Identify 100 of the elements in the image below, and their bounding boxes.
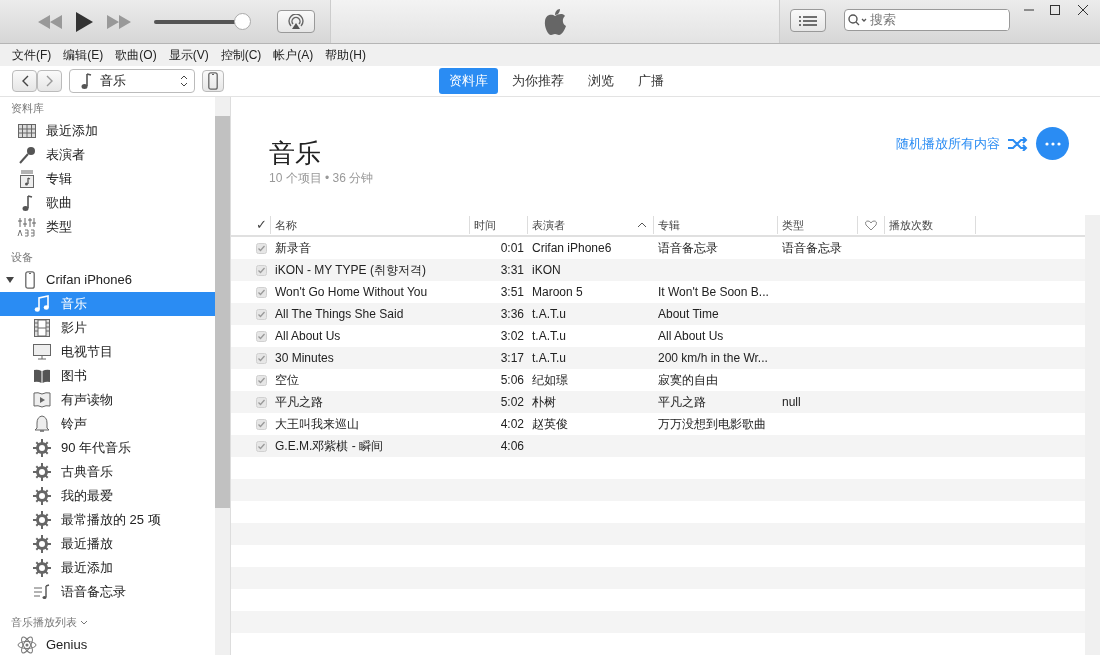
table-cell: All About Us bbox=[275, 329, 341, 343]
table-cell: 0:01 bbox=[500, 241, 524, 255]
checkbox[interactable] bbox=[256, 418, 267, 430]
column-header[interactable]: 播放次数 bbox=[889, 216, 975, 234]
checkbox[interactable] bbox=[256, 352, 267, 364]
source-select[interactable]: 音乐 bbox=[69, 69, 195, 93]
device-button[interactable] bbox=[202, 70, 224, 92]
checkbox[interactable] bbox=[256, 396, 267, 408]
gear-icon bbox=[32, 439, 52, 457]
table-cell: 平凡之路 bbox=[275, 395, 323, 409]
table-cell: 4:02 bbox=[500, 417, 524, 431]
tab[interactable]: 广播 bbox=[628, 68, 674, 94]
table-cell: 纪如璟 bbox=[532, 373, 568, 387]
page-title: 音乐 bbox=[269, 137, 322, 169]
list-view-button[interactable] bbox=[790, 9, 826, 32]
table-cell: iKON bbox=[532, 263, 561, 277]
sidebar-item[interactable]: 表演者 bbox=[0, 143, 215, 167]
tab[interactable]: 为你推荐 bbox=[502, 68, 574, 94]
table-cell: 4:06 bbox=[500, 439, 524, 453]
checkbox[interactable] bbox=[256, 308, 267, 320]
menu-item[interactable]: 帐户(A) bbox=[267, 46, 320, 64]
sidebar-item[interactable]: 电视节目 bbox=[0, 340, 215, 364]
sidebar-item[interactable]: 类型 bbox=[0, 215, 215, 239]
heart-icon[interactable] bbox=[865, 219, 877, 231]
menu-item[interactable]: 编辑(E) bbox=[57, 46, 110, 64]
checkbox[interactable] bbox=[256, 330, 267, 342]
menu-item[interactable]: 文件(F) bbox=[6, 46, 58, 64]
search-field[interactable]: 搜索 bbox=[843, 9, 1010, 31]
checkbox[interactable] bbox=[256, 242, 267, 254]
grid-icon bbox=[17, 124, 37, 138]
table-cell: 200 km/h in the Wr... bbox=[658, 351, 768, 365]
table-cell: 5:02 bbox=[500, 395, 524, 409]
checkbox[interactable] bbox=[256, 374, 267, 386]
sidebar-item[interactable]: 专辑 bbox=[0, 167, 215, 191]
sidebar-item[interactable]: Genius bbox=[0, 633, 215, 655]
more-button[interactable] bbox=[1036, 127, 1069, 160]
album-icon bbox=[17, 170, 37, 188]
column-header[interactable]: 表演者 bbox=[532, 216, 637, 234]
checkbox[interactable] bbox=[256, 440, 267, 452]
voice-memo-icon bbox=[32, 584, 52, 600]
sidebar-item[interactable]: 最近添加 bbox=[0, 119, 215, 143]
menu-item[interactable]: 帮助(H) bbox=[319, 46, 372, 64]
column-header[interactable]: 专辑 bbox=[658, 216, 777, 234]
section-heading[interactable]: 音乐播放列表 bbox=[0, 611, 215, 633]
tab[interactable]: 浏览 bbox=[578, 68, 624, 94]
audiobook-icon bbox=[32, 391, 52, 409]
table-cell: Crifan iPhone6 bbox=[532, 241, 612, 255]
shuffle-all-link[interactable]: 随机播放所有内容 bbox=[896, 133, 1000, 154]
forward-button[interactable] bbox=[37, 70, 62, 92]
checkbox[interactable] bbox=[256, 286, 267, 298]
sidebar-item[interactable]: 我的最爱 bbox=[0, 484, 215, 508]
sidebar-item[interactable]: 有声读物 bbox=[0, 388, 215, 412]
table-cell: Won't Go Home Without You bbox=[275, 285, 428, 299]
disclosure-triangle-icon[interactable] bbox=[6, 276, 14, 284]
back-button[interactable] bbox=[12, 70, 37, 92]
sidebar-item[interactable]: 歌曲 bbox=[0, 191, 215, 215]
library-summary: 10 个项目 • 36 分钟 bbox=[269, 170, 375, 187]
column-header[interactable]: ✓ bbox=[256, 215, 267, 235]
sidebar-item[interactable]: 最近添加 bbox=[0, 556, 215, 580]
table-cell: 语音备忘录 bbox=[658, 241, 718, 255]
play-icon[interactable] bbox=[76, 11, 93, 32]
table-cell: All The Things She Said bbox=[275, 307, 404, 321]
table-cell: 3:36 bbox=[500, 307, 524, 321]
shuffle-icon[interactable] bbox=[1008, 136, 1028, 151]
sidebar-item[interactable]: 影片 bbox=[0, 316, 215, 340]
table-cell: 平凡之路 bbox=[658, 395, 706, 409]
sidebar-item[interactable]: 古典音乐 bbox=[0, 460, 215, 484]
slider-thumb[interactable] bbox=[234, 12, 252, 30]
menu-item[interactable]: 显示(V) bbox=[162, 46, 215, 64]
sidebar-item[interactable]: 最近播放 bbox=[0, 532, 215, 556]
table-cell: t.A.T.u bbox=[532, 351, 566, 365]
sidebar-item[interactable]: 语音备忘录 bbox=[0, 580, 215, 604]
device-item[interactable]: Crifan iPhone6 bbox=[0, 268, 215, 292]
list-icon bbox=[798, 15, 817, 26]
genre-icon bbox=[17, 217, 37, 237]
sidebar-item[interactable]: 图书 bbox=[0, 364, 215, 388]
rewind-icon[interactable] bbox=[38, 14, 62, 29]
table-cell: 朴树 bbox=[532, 395, 556, 409]
sidebar-item[interactable]: 90 年代音乐 bbox=[0, 436, 215, 460]
menu-item[interactable]: 控制(C) bbox=[214, 46, 268, 64]
gear-icon bbox=[32, 487, 52, 505]
table-cell: iKON - MY TYPE (취향저격) bbox=[275, 263, 426, 277]
updown-caret-icon bbox=[180, 75, 188, 87]
column-header[interactable]: 时间 bbox=[474, 216, 523, 234]
sidebar-item[interactable]: 最常播放的 25 项 bbox=[0, 508, 215, 532]
gear-icon bbox=[32, 559, 52, 577]
column-header[interactable]: 类型 bbox=[782, 216, 857, 234]
airplay-button[interactable] bbox=[277, 10, 315, 33]
sidebar-item[interactable]: 铃声 bbox=[0, 412, 215, 436]
menu-item[interactable]: 歌曲(O) bbox=[109, 46, 163, 64]
sort-ascending-icon[interactable] bbox=[637, 222, 647, 228]
checkbox[interactable] bbox=[256, 264, 267, 276]
apple-logo-icon bbox=[543, 7, 567, 36]
table-cell: 万万没想到电影歌曲 bbox=[658, 417, 766, 431]
scrollbar[interactable] bbox=[215, 97, 230, 655]
chevron-right-icon bbox=[45, 75, 54, 87]
table-cell: G.E.M.邓紫棋 - 瞬间 bbox=[275, 439, 383, 453]
gear-icon bbox=[32, 535, 52, 553]
column-header[interactable]: 名称 bbox=[275, 216, 469, 234]
fast-forward-icon[interactable] bbox=[107, 14, 131, 29]
